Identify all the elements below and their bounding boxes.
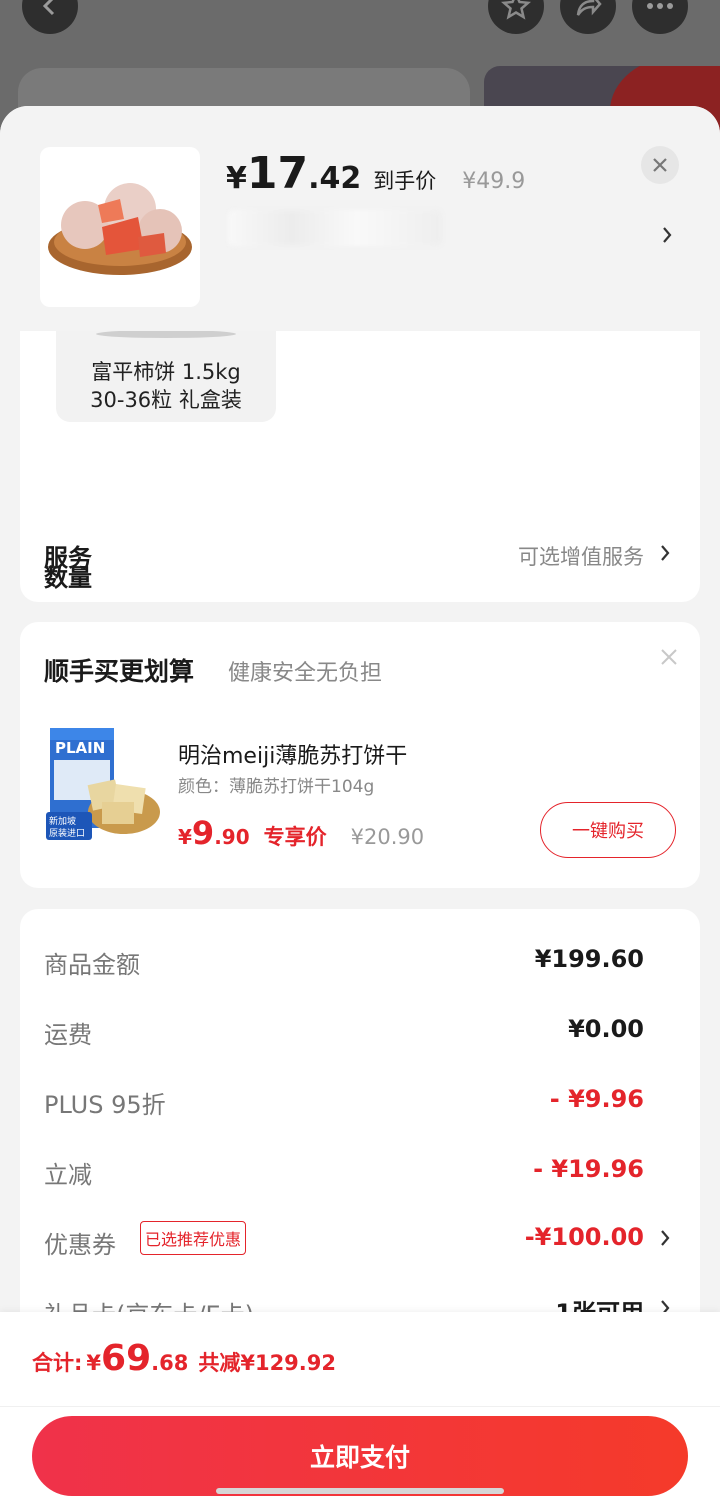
checkout-bar: 合计: ¥ 69 .68 共减¥129.92 立即支付 (0, 1312, 720, 1496)
upsell-product-spec: 颜色：薄脆苏打饼干104g (178, 777, 375, 797)
upsell-card: 顺手买更划算 健康安全无负担 PLAIN 新加坡 原装进口 明治meiji薄脆苏… (20, 622, 700, 888)
summary-value-coupon[interactable]: -¥100.00 (525, 1223, 644, 1251)
sheet-header: ¥ 17 .42 到手价 ¥49.9 (0, 106, 720, 331)
total-integer: 69 (101, 1338, 152, 1379)
upsell-price-integer: 9 (191, 814, 215, 852)
service-value: 可选增值服务 (518, 545, 644, 569)
summary-label-plus-discount: PLUS 95折 (44, 1091, 166, 1119)
summary-label-shipping: 运费 (44, 1021, 92, 1049)
upsell-product-image[interactable]: PLAIN 新加坡 原装进口 (46, 726, 162, 842)
product-image (40, 147, 200, 307)
price-integer: 17 (246, 148, 309, 199)
coupon-badge: 已选推荐优惠 (140, 1221, 247, 1255)
summary-label-instant-discount: 立减 (44, 1161, 92, 1189)
chevron-right-icon[interactable] (660, 224, 674, 246)
total-currency: ¥ (86, 1351, 102, 1375)
upsell-price: ¥ 9 .90 专享价 ¥20.90 (178, 814, 424, 852)
summary-label-coupon[interactable]: 优惠券 (44, 1225, 116, 1260)
upsell-img-badge-line2: 原装进口 (49, 827, 85, 839)
original-price: ¥49.9 (462, 169, 526, 194)
upsell-price-decimal: .90 (214, 825, 250, 849)
service-chevron-icon (658, 542, 672, 564)
purchase-sheet: ¥ 17 .42 到手价 ¥49.9 富平柿饼 1.5kg 30-36粒 礼盒装… (0, 106, 720, 1496)
total-label: 合计: (32, 1351, 83, 1375)
home-indicator[interactable] (216, 1488, 504, 1494)
total-decimal: .68 (151, 1351, 189, 1375)
pay-now-button[interactable]: 立即支付 (32, 1416, 688, 1496)
summary-value-shipping: ¥0.00 (568, 1015, 644, 1043)
divider (0, 1406, 720, 1407)
price-currency: ¥ (226, 161, 247, 196)
total-saved: 共减¥129.92 (198, 1351, 336, 1375)
spec-label-line2: 30-36粒 礼盒装 (90, 388, 242, 412)
service-label: 服务 (44, 544, 92, 572)
current-price: ¥ 17 .42 到手价 ¥49.9 (226, 148, 525, 199)
upsell-title: 顺手买更划算 (44, 657, 195, 686)
order-total: 合计: ¥ 69 .68 共减¥129.92 (32, 1338, 336, 1379)
summary-card: 商品金额 ¥199.60 运费 ¥0.00 PLUS 95折 - ¥9.96 立… (20, 909, 700, 1329)
star-icon[interactable] (488, 0, 544, 34)
price-decimal: .42 (308, 161, 362, 196)
summary-label-subtotal: 商品金额 (44, 951, 140, 979)
summary-value-subtotal: ¥199.60 (534, 945, 644, 973)
upsell-original-price: ¥20.90 (350, 825, 425, 849)
back-icon[interactable] (22, 0, 78, 34)
upsell-product-name[interactable]: 明治meiji薄脆苏打饼干 (178, 738, 407, 770)
share-icon[interactable] (560, 0, 616, 34)
upsell-price-currency: ¥ (178, 825, 192, 849)
close-icon[interactable] (641, 146, 679, 184)
upsell-img-badge-line1: 新加坡 (49, 815, 76, 827)
more-icon[interactable] (632, 0, 688, 34)
summary-value-instant-discount: - ¥19.96 (533, 1155, 644, 1183)
product-title-blurred (228, 210, 442, 246)
upsell-subtitle: 健康安全无负担 (228, 661, 383, 686)
summary-value-plus-discount: - ¥9.96 (549, 1085, 644, 1113)
upsell-price-tag: 专享价 (263, 825, 327, 849)
upsell-img-text: PLAIN (55, 739, 105, 757)
spec-label-line1: 富平柿饼 1.5kg (91, 360, 241, 384)
one-click-buy-button[interactable]: 一键购买 (540, 802, 676, 858)
coupon-chevron-icon[interactable] (658, 1227, 672, 1249)
service-row[interactable]: 服务 可选增值服务 (20, 516, 700, 602)
price-tag: 到手价 (373, 169, 437, 193)
upsell-close-icon[interactable] (660, 648, 678, 670)
